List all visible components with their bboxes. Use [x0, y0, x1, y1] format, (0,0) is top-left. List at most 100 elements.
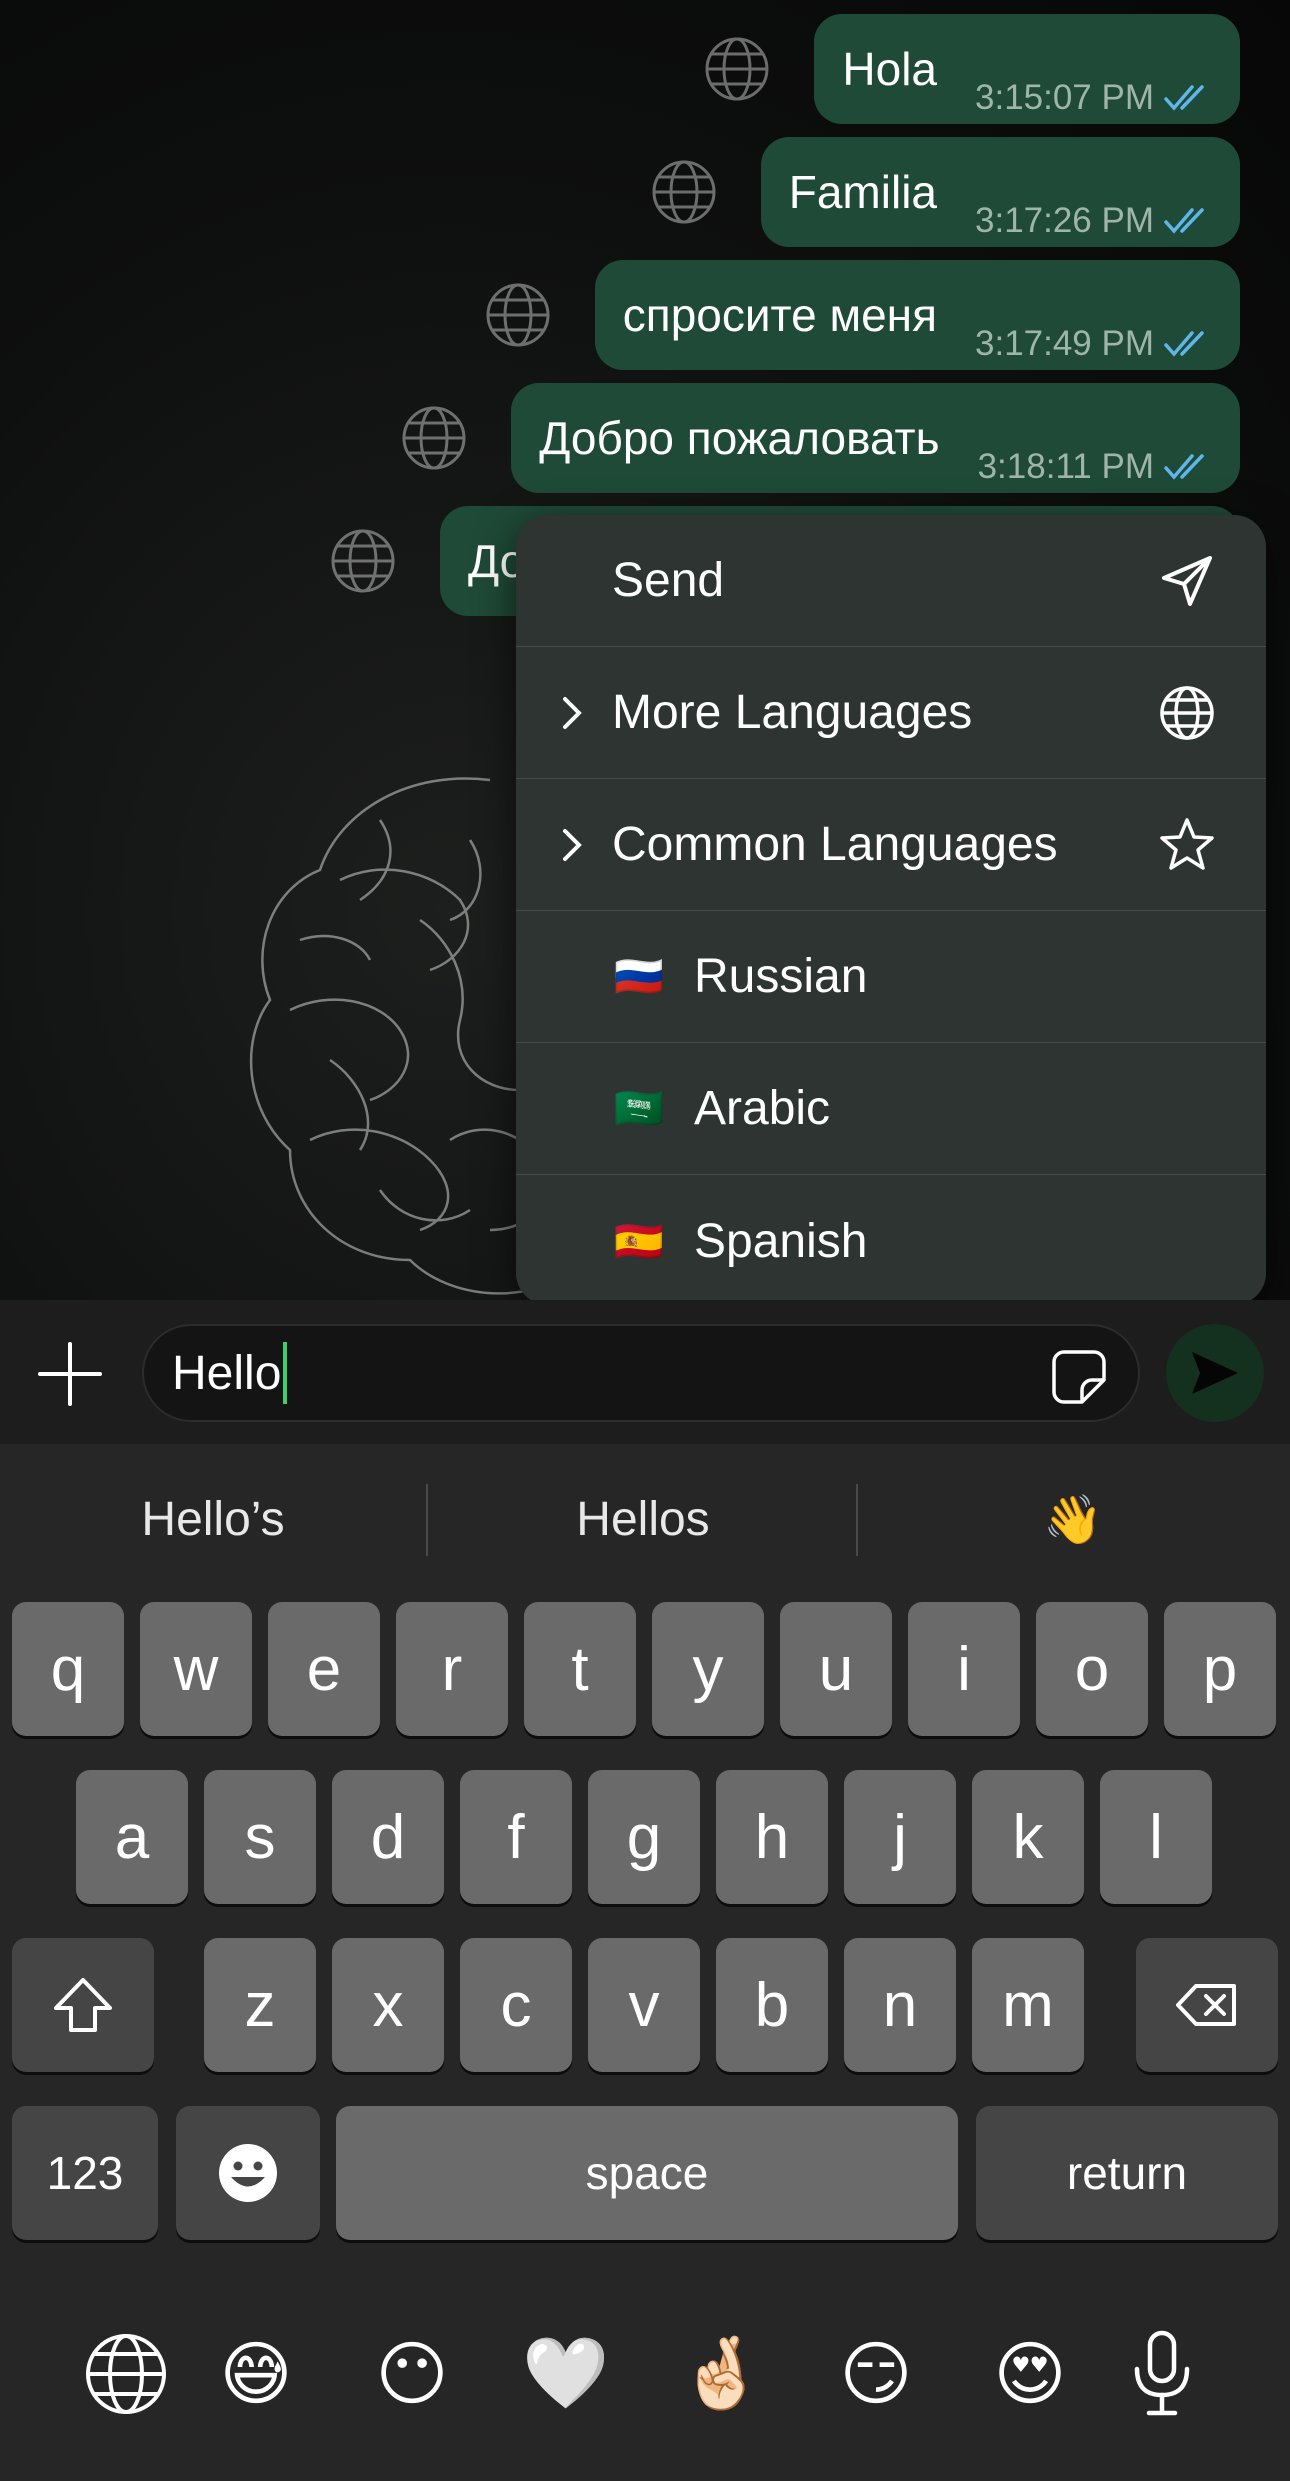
- suggestion-bar: Hello’s Hellos 👋: [0, 1444, 1290, 1594]
- suggestion-divider: [856, 1484, 858, 1556]
- emoji-key[interactable]: [176, 2106, 320, 2240]
- message-row[interactable]: Hola 3:15:07 PM: [704, 14, 1240, 124]
- message-text: Добро пожаловать: [539, 412, 940, 464]
- emoji-suggestion[interactable]: 🤞🏻: [672, 2324, 772, 2424]
- message-bubble[interactable]: спросите меня 3:17:49 PM: [594, 260, 1240, 370]
- message-text: спросите меня: [622, 289, 937, 341]
- menu-item-russian[interactable]: 🇷🇺 Russian: [516, 911, 1266, 1043]
- emoji-suggestion[interactable]: 😏: [826, 2324, 926, 2424]
- double-check-icon: [1164, 208, 1204, 234]
- saudi-flag-icon: 🇸🇦: [614, 1087, 664, 1131]
- key-d[interactable]: d: [332, 1770, 444, 1904]
- globe-icon[interactable]: [330, 528, 396, 594]
- chevron-right-icon: [563, 828, 582, 861]
- suggestion-item[interactable]: Hellos: [430, 1474, 856, 1564]
- russia-flag-icon: 🇷🇺: [614, 955, 664, 999]
- key-t[interactable]: t: [524, 1602, 636, 1736]
- key-h[interactable]: h: [716, 1770, 828, 1904]
- key-l[interactable]: l: [1100, 1770, 1212, 1904]
- emoji-suggestion[interactable]: 😍: [980, 2324, 1080, 2424]
- double-check-icon: [1164, 454, 1204, 480]
- delete-key[interactable]: [1136, 1938, 1278, 2072]
- delete-icon: [1176, 1984, 1236, 2026]
- globe-icon: [1160, 685, 1214, 740]
- double-check-icon: [1164, 331, 1204, 357]
- key-f[interactable]: f: [460, 1770, 572, 1904]
- send-arrow-icon: [1192, 1352, 1238, 1394]
- message-text: Familia: [788, 166, 937, 218]
- message-bubble[interactable]: Hola 3:15:07 PM: [814, 14, 1240, 124]
- menu-item-label: Arabic: [694, 1082, 831, 1135]
- key-x[interactable]: x: [332, 1938, 444, 2072]
- emoji-suggestion[interactable]: 😶: [362, 2324, 462, 2424]
- message-row[interactable]: спросите меня 3:17:49 PM: [485, 260, 1240, 370]
- star-icon: [1160, 817, 1214, 870]
- key-q[interactable]: q: [12, 1602, 124, 1736]
- menu-item-label: More Languages: [612, 686, 973, 739]
- return-key[interactable]: return: [976, 2106, 1278, 2240]
- message-row[interactable]: Familia 3:17:26 PM: [651, 137, 1240, 247]
- menu-item-label: Spanish: [694, 1214, 868, 1268]
- globe-icon[interactable]: [485, 282, 551, 348]
- key-m[interactable]: m: [972, 1938, 1084, 2072]
- globe-icon: [86, 2334, 166, 2414]
- text-caret: [283, 1342, 288, 1404]
- key-v[interactable]: v: [588, 1938, 700, 2072]
- menu-item-arabic[interactable]: 🇸🇦 Arabic: [516, 1043, 1266, 1175]
- key-a[interactable]: a: [76, 1770, 188, 1904]
- menu-item-common-languages[interactable]: Common Languages: [516, 779, 1266, 911]
- emoji-suggestion[interactable]: 😅: [206, 2324, 306, 2424]
- message-time: 3:17:49 PM: [975, 324, 1154, 363]
- suggestion-emoji[interactable]: 👋: [860, 1474, 1286, 1564]
- double-check-icon: [1164, 85, 1204, 111]
- message-time: 3:17:26 PM: [975, 201, 1154, 240]
- keyboard-bottom-bar: 😅 😶 🤍 🤞🏻 😏 😍: [0, 2304, 1290, 2444]
- spain-flag-icon: 🇪🇸: [614, 1219, 664, 1264]
- paper-plane-icon: [1162, 555, 1212, 606]
- key-r[interactable]: r: [396, 1602, 508, 1736]
- key-b[interactable]: b: [716, 1938, 828, 2072]
- sticker-icon[interactable]: [1050, 1348, 1108, 1406]
- key-u[interactable]: u: [780, 1602, 892, 1736]
- menu-item-spanish[interactable]: 🇪🇸 Spanish: [516, 1175, 1266, 1305]
- menu-item-send[interactable]: Send: [516, 515, 1266, 647]
- send-language-menu: Send More Languages Common Languages 🇷🇺 …: [516, 515, 1266, 1305]
- menu-item-more-languages[interactable]: More Languages: [516, 647, 1266, 779]
- keyboard-switch-button[interactable]: [76, 2324, 176, 2424]
- key-j[interactable]: j: [844, 1770, 956, 1904]
- key-p[interactable]: p: [1164, 1602, 1276, 1736]
- globe-icon[interactable]: [401, 405, 467, 471]
- key-e[interactable]: e: [268, 1602, 380, 1736]
- message-composer: Hello: [0, 1300, 1290, 1444]
- suggestion-item[interactable]: Hello’s: [0, 1474, 426, 1564]
- space-key[interactable]: space: [336, 2106, 958, 2240]
- dictation-button[interactable]: [1112, 2324, 1212, 2424]
- key-w[interactable]: w: [140, 1602, 252, 1736]
- plus-icon[interactable]: [36, 1340, 104, 1408]
- key-i[interactable]: i: [908, 1602, 1020, 1736]
- send-button[interactable]: [1166, 1324, 1264, 1422]
- menu-item-label: Send: [612, 554, 725, 607]
- message-time: 3:15:07 PM: [975, 78, 1154, 117]
- message-bubble[interactable]: Добро пожаловать 3:18:11 PM: [511, 383, 1240, 493]
- globe-icon[interactable]: [651, 159, 717, 225]
- numbers-key[interactable]: 123: [12, 2106, 158, 2240]
- message-row[interactable]: Добро пожаловать 3:18:11 PM: [401, 383, 1240, 493]
- emoji-icon: [219, 2144, 277, 2202]
- message-text: Hola: [842, 43, 937, 95]
- key-s[interactable]: s: [204, 1770, 316, 1904]
- key-y[interactable]: y: [652, 1602, 764, 1736]
- keyboard: Hello’s Hellos 👋 q w e r t y u i o p a s…: [0, 1444, 1290, 2481]
- key-z[interactable]: z: [204, 1938, 316, 2072]
- key-o[interactable]: o: [1036, 1602, 1148, 1736]
- globe-icon[interactable]: [704, 36, 770, 102]
- message-bubble[interactable]: Familia 3:17:26 PM: [760, 137, 1240, 247]
- shift-key[interactable]: [12, 1938, 154, 2072]
- message-input-text: Hello: [172, 1346, 282, 1400]
- emoji-suggestion[interactable]: 🤍: [516, 2324, 616, 2424]
- key-c[interactable]: c: [460, 1938, 572, 2072]
- key-k[interactable]: k: [972, 1770, 1084, 1904]
- key-n[interactable]: n: [844, 1938, 956, 2072]
- key-g[interactable]: g: [588, 1770, 700, 1904]
- message-input[interactable]: Hello: [142, 1324, 1140, 1422]
